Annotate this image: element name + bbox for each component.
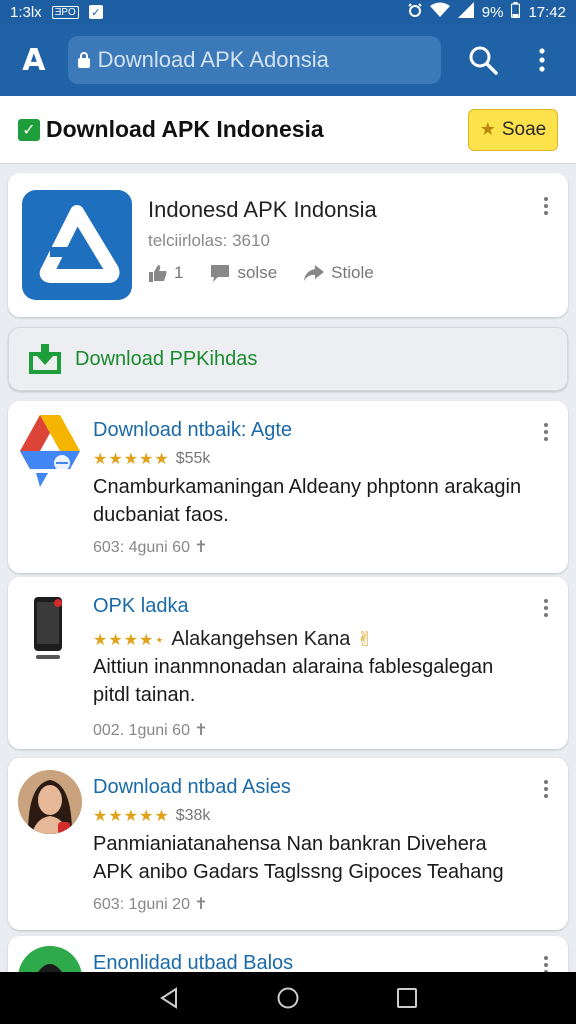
like-count: 1 bbox=[174, 263, 184, 282]
overflow-menu-button[interactable] bbox=[522, 40, 562, 80]
thumbs-up-icon bbox=[149, 265, 167, 282]
app-title[interactable]: OPK ladka bbox=[93, 595, 189, 618]
system-nav-bar bbox=[0, 972, 576, 1024]
search-input[interactable] bbox=[97, 47, 418, 73]
rating-stars: ★★★★★ bbox=[93, 808, 170, 825]
alarm-icon bbox=[408, 2, 422, 22]
download-icon bbox=[29, 344, 61, 374]
comment-action[interactable]: solse bbox=[209, 263, 277, 283]
featured-app-card[interactable]: Indonesd APK Indonsia telciirlolas: 3610… bbox=[8, 173, 568, 317]
app-meta: 002. 1guni 60 ✝ bbox=[93, 722, 208, 739]
avatar-icon bbox=[18, 770, 82, 834]
rating-stars: ★★★★⋆ bbox=[93, 631, 166, 649]
app-meta: 603: 4guni 60 ✝ bbox=[93, 539, 208, 556]
signal-icon bbox=[457, 2, 474, 22]
app-meta: 603: 1guni 20 ✝ bbox=[93, 896, 208, 913]
app-bar: A bbox=[0, 24, 576, 96]
featured-actions: 1 solse Stiole bbox=[148, 263, 374, 283]
rating-text: $38k bbox=[175, 807, 211, 824]
app-rating: ★★★★★ $38k bbox=[93, 806, 210, 826]
share-icon bbox=[304, 265, 325, 281]
desc-line: Cnamburkamaningan Aldeany phptonn arakag… bbox=[93, 476, 522, 498]
more-options-icon[interactable] bbox=[538, 423, 554, 441]
rating-text: Alakangehsen Kana bbox=[171, 628, 351, 650]
desc-line: pitdl tainan. bbox=[93, 684, 196, 706]
save-button[interactable]: ★ Soae bbox=[468, 108, 558, 151]
desc-line: APK anibo Gadars Taglssng Gipoces Teahan… bbox=[93, 861, 504, 883]
app-rating: ★★★★⋆ Alakangehsen Kana ✌ bbox=[93, 627, 373, 652]
wifi-icon bbox=[429, 2, 450, 22]
like-action[interactable]: 1 bbox=[148, 263, 183, 283]
comment-icon bbox=[211, 265, 230, 282]
verified-check-icon: ✓ bbox=[18, 118, 40, 141]
search-icon bbox=[469, 46, 498, 75]
rating-stars: ★★★★★ bbox=[93, 451, 170, 468]
featured-app-subtitle: telciirlolas: 3610 bbox=[148, 231, 270, 250]
status-mini-badge: ƎPO bbox=[51, 5, 79, 19]
save-button-label: Soae bbox=[501, 118, 547, 140]
app-logo[interactable]: A bbox=[14, 40, 54, 80]
recents-button[interactable] bbox=[392, 983, 422, 1013]
featured-app-name: Indonesd APK Indonsia bbox=[148, 197, 377, 222]
back-button[interactable] bbox=[154, 983, 184, 1013]
status-time-left: 1:3lx bbox=[10, 3, 42, 21]
app-description: Panmianiatanahensa Nan bankran Divehera … bbox=[93, 830, 563, 886]
rating-text: $55k bbox=[175, 450, 211, 467]
search-box[interactable] bbox=[67, 36, 441, 84]
more-vertical-icon bbox=[539, 48, 545, 72]
status-bar: 1:3lx ƎPO ✓ 9% 17:42 bbox=[0, 0, 576, 24]
download-banner[interactable]: Download PPKihdas bbox=[8, 327, 568, 391]
star-icon: ★ bbox=[479, 119, 496, 139]
lock-icon bbox=[77, 52, 90, 68]
list-item[interactable]: OPK ladka ★★★★⋆ Alakangehsen Kana ✌ Aitt… bbox=[8, 577, 568, 749]
app-title[interactable]: Download ntbad Asies bbox=[93, 776, 291, 799]
app-description: Cnamburkamaningan Aldeany phptonn arakag… bbox=[93, 473, 563, 529]
desc-line: ducbaniat faos. bbox=[93, 504, 229, 526]
status-clock: 17:42 bbox=[528, 3, 566, 21]
app-title[interactable]: Download ntbaik: Agte bbox=[93, 419, 292, 442]
drive-icon bbox=[18, 413, 82, 487]
more-options-icon[interactable] bbox=[538, 599, 554, 617]
notification-check-icon: ✓ bbox=[88, 5, 103, 19]
list-item[interactable]: Download ntbaik: Agte ★★★★★ $55k Cnambur… bbox=[8, 401, 568, 573]
home-circle-icon bbox=[277, 987, 299, 1009]
share-label: Stiole bbox=[331, 263, 374, 282]
comment-label: solse bbox=[237, 263, 278, 282]
back-triangle-icon bbox=[160, 987, 178, 1009]
desc-line: Panmianiatanahensa Nan bankran Divehera bbox=[93, 833, 487, 855]
search-button[interactable] bbox=[463, 40, 503, 80]
list-item[interactable]: Download ntbad Asies ★★★★★ $38k Panmiani… bbox=[8, 758, 568, 930]
more-options-icon[interactable] bbox=[538, 197, 554, 215]
page-header: ✓ Download APK Indonesia ★ Soae bbox=[0, 96, 576, 164]
phone-icon bbox=[18, 589, 82, 663]
app-description: Aittiun inanmnonadan alaraina fablesgale… bbox=[93, 653, 563, 709]
share-action[interactable]: Stiole bbox=[303, 263, 374, 283]
hand-emoji-icon: ✌ bbox=[356, 629, 374, 651]
app-logo-icon bbox=[22, 190, 132, 300]
home-button[interactable] bbox=[273, 983, 303, 1013]
page-title: Download APK Indonesia bbox=[46, 116, 324, 142]
more-options-icon[interactable] bbox=[538, 780, 554, 798]
battery-icon bbox=[511, 2, 521, 22]
battery-percent: 9% bbox=[481, 3, 504, 21]
recents-square-icon bbox=[396, 988, 417, 1008]
app-rating: ★★★★★ $55k bbox=[93, 449, 210, 469]
download-banner-label: Download PPKihdas bbox=[75, 347, 258, 370]
desc-line: Aittiun inanmnonadan alaraina fablesgale… bbox=[93, 656, 494, 678]
